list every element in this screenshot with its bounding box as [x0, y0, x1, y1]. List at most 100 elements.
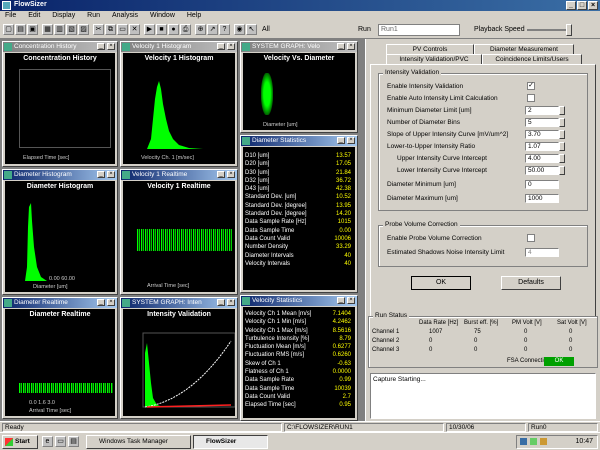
histogram-icon[interactable]: ▧: [66, 24, 77, 35]
close-icon[interactable]: ×: [107, 299, 115, 306]
task-flowsizer[interactable]: FlowSizer: [193, 435, 268, 449]
network-icon[interactable]: [520, 438, 527, 445]
spinner[interactable]: [559, 106, 565, 115]
diameter-histogram-window[interactable]: Diameter Histogram _ × Diameter Histogram…: [2, 169, 118, 295]
diameter-realtime-window[interactable]: Diameter Realtime _ × Diameter Realtime 0…: [2, 297, 118, 419]
menu-edit[interactable]: Edit: [23, 11, 45, 19]
shadows-limit-input[interactable]: 4: [525, 248, 559, 257]
minimize-icon[interactable]: _: [217, 299, 225, 306]
num-bins-input[interactable]: 5: [525, 118, 559, 127]
menu-file[interactable]: File: [0, 11, 21, 19]
window-caption[interactable]: Velocity Statistics _ ×: [241, 296, 357, 306]
window-caption[interactable]: Diameter Histogram _ ×: [3, 170, 117, 180]
new-icon[interactable]: ▢: [3, 24, 14, 35]
minimize-icon[interactable]: _: [217, 171, 225, 178]
ok-button[interactable]: OK: [411, 276, 471, 290]
close-icon[interactable]: ×: [347, 297, 355, 304]
task-task-manager[interactable]: Windows Task Manager: [86, 435, 191, 449]
maximize-button[interactable]: □: [577, 1, 587, 10]
minimize-icon[interactable]: _: [337, 137, 345, 144]
arrow-icon[interactable]: ↗: [207, 24, 218, 35]
window-caption[interactable]: Diameter Realtime _ ×: [3, 298, 117, 308]
system-graph-velocity-window[interactable]: SYSTEM GRAPH: Velo _ × Velocity Vs. Diame…: [240, 41, 358, 133]
velocity-statistics-window[interactable]: Velocity Statistics _ × Velocity Ch 1 Mea…: [240, 295, 358, 421]
minimize-icon[interactable]: _: [97, 299, 105, 306]
upper-slope-input[interactable]: 3.70: [525, 130, 559, 139]
spinner[interactable]: [559, 154, 565, 163]
stop-icon[interactable]: ■: [156, 24, 167, 35]
copy-icon[interactable]: ⧉: [105, 24, 116, 35]
system-graph-intensity-window[interactable]: SYSTEM GRAPH: Inten _ × Intensity Validat…: [120, 297, 238, 419]
log-textbox[interactable]: Capture Starting...: [370, 373, 596, 419]
diameter-min-input[interactable]: 0: [525, 180, 559, 189]
enable-pvc-checkbox[interactable]: [527, 234, 535, 242]
help-icon[interactable]: ?: [219, 24, 230, 35]
window-caption[interactable]: Diameter Statistics _ ×: [241, 136, 357, 146]
table-icon[interactable]: ▨: [78, 24, 89, 35]
tab-pv-controls[interactable]: PV Controls: [386, 44, 474, 54]
run-dropdown[interactable]: Run1: [378, 24, 460, 36]
tab-coincidence-limits[interactable]: Coincidence Limits/Users: [482, 54, 582, 64]
tab-diameter-measurement[interactable]: Diameter Measurement: [474, 44, 574, 54]
minimize-icon[interactable]: _: [337, 297, 345, 304]
velocity-realtime-window[interactable]: Velocity 1 Realtime _ × Velocity 1 Realti…: [120, 169, 238, 295]
close-icon[interactable]: ×: [107, 171, 115, 178]
task-manager-tray-icon[interactable]: [530, 438, 537, 445]
grid-icon[interactable]: ▦: [42, 24, 53, 35]
menu-display[interactable]: Display: [47, 11, 80, 19]
min-diameter-input[interactable]: 2: [525, 106, 559, 115]
close-icon[interactable]: ×: [227, 171, 235, 178]
play-icon[interactable]: ▶: [144, 24, 155, 35]
close-icon[interactable]: ×: [227, 299, 235, 306]
delete-icon[interactable]: ✕: [129, 24, 140, 35]
paste-icon[interactable]: ▭: [117, 24, 128, 35]
close-icon[interactable]: ×: [347, 137, 355, 144]
menu-help[interactable]: Help: [182, 11, 206, 19]
tab-intensity-validation[interactable]: Intensity Validation/PVC: [386, 54, 482, 64]
open-icon[interactable]: ▤: [15, 24, 26, 35]
chart-icon[interactable]: ▥: [54, 24, 65, 35]
menu-window[interactable]: Window: [145, 11, 180, 19]
upper-intercept-input[interactable]: 4.00: [525, 154, 559, 163]
volume-icon[interactable]: [540, 438, 547, 445]
minimize-icon[interactable]: _: [217, 43, 225, 50]
window-caption[interactable]: SYSTEM GRAPH: Inten _ ×: [121, 298, 237, 308]
concentration-history-window[interactable]: Concentration History _ × Concentration H…: [2, 41, 118, 167]
explorer-icon[interactable]: ▤: [68, 436, 79, 447]
zoom-icon[interactable]: ⊕: [195, 24, 206, 35]
spinner[interactable]: [559, 142, 565, 151]
close-icon[interactable]: ×: [107, 43, 115, 50]
velocity-histogram-window[interactable]: Velocity 1 Histogram _ × Velocity 1 Histo…: [120, 41, 238, 167]
menu-run[interactable]: Run: [82, 11, 105, 19]
close-icon[interactable]: ×: [347, 43, 355, 50]
desktop-icon[interactable]: ▭: [55, 436, 66, 447]
playback-slider-thumb[interactable]: [566, 24, 572, 36]
close-button[interactable]: ×: [588, 1, 598, 10]
camera-icon[interactable]: ◉: [234, 24, 245, 35]
record-icon[interactable]: ●: [168, 24, 179, 35]
menu-analysis[interactable]: Analysis: [107, 11, 143, 19]
close-icon[interactable]: ×: [227, 43, 235, 50]
save-icon[interactable]: ▣: [27, 24, 38, 35]
enable-intensity-checkbox[interactable]: ✓: [527, 82, 535, 90]
window-caption[interactable]: Velocity 1 Histogram _ ×: [121, 42, 237, 52]
defaults-button[interactable]: Defaults: [501, 276, 561, 290]
diameter-max-input[interactable]: 1000: [525, 194, 559, 203]
ratio-input[interactable]: 1.07: [525, 142, 559, 151]
minimize-button[interactable]: _: [566, 1, 576, 10]
window-caption[interactable]: SYSTEM GRAPH: Velo _ ×: [241, 42, 357, 52]
spinner[interactable]: [559, 166, 565, 175]
auto-intensity-checkbox[interactable]: [527, 94, 535, 102]
window-caption[interactable]: Velocity 1 Realtime _ ×: [121, 170, 237, 180]
spinner[interactable]: [559, 130, 565, 139]
minimize-icon[interactable]: _: [337, 43, 345, 50]
ie-icon[interactable]: e: [42, 436, 53, 447]
lower-intercept-input[interactable]: 50.00: [525, 166, 559, 175]
minimize-icon[interactable]: _: [97, 43, 105, 50]
pointer-icon[interactable]: ↖: [246, 24, 257, 35]
window-caption[interactable]: Concentration History _ ×: [3, 42, 117, 52]
minimize-icon[interactable]: _: [97, 171, 105, 178]
spinner[interactable]: [559, 118, 565, 127]
cut-icon[interactable]: ✂: [93, 24, 104, 35]
print-icon[interactable]: ⎙: [180, 24, 191, 35]
